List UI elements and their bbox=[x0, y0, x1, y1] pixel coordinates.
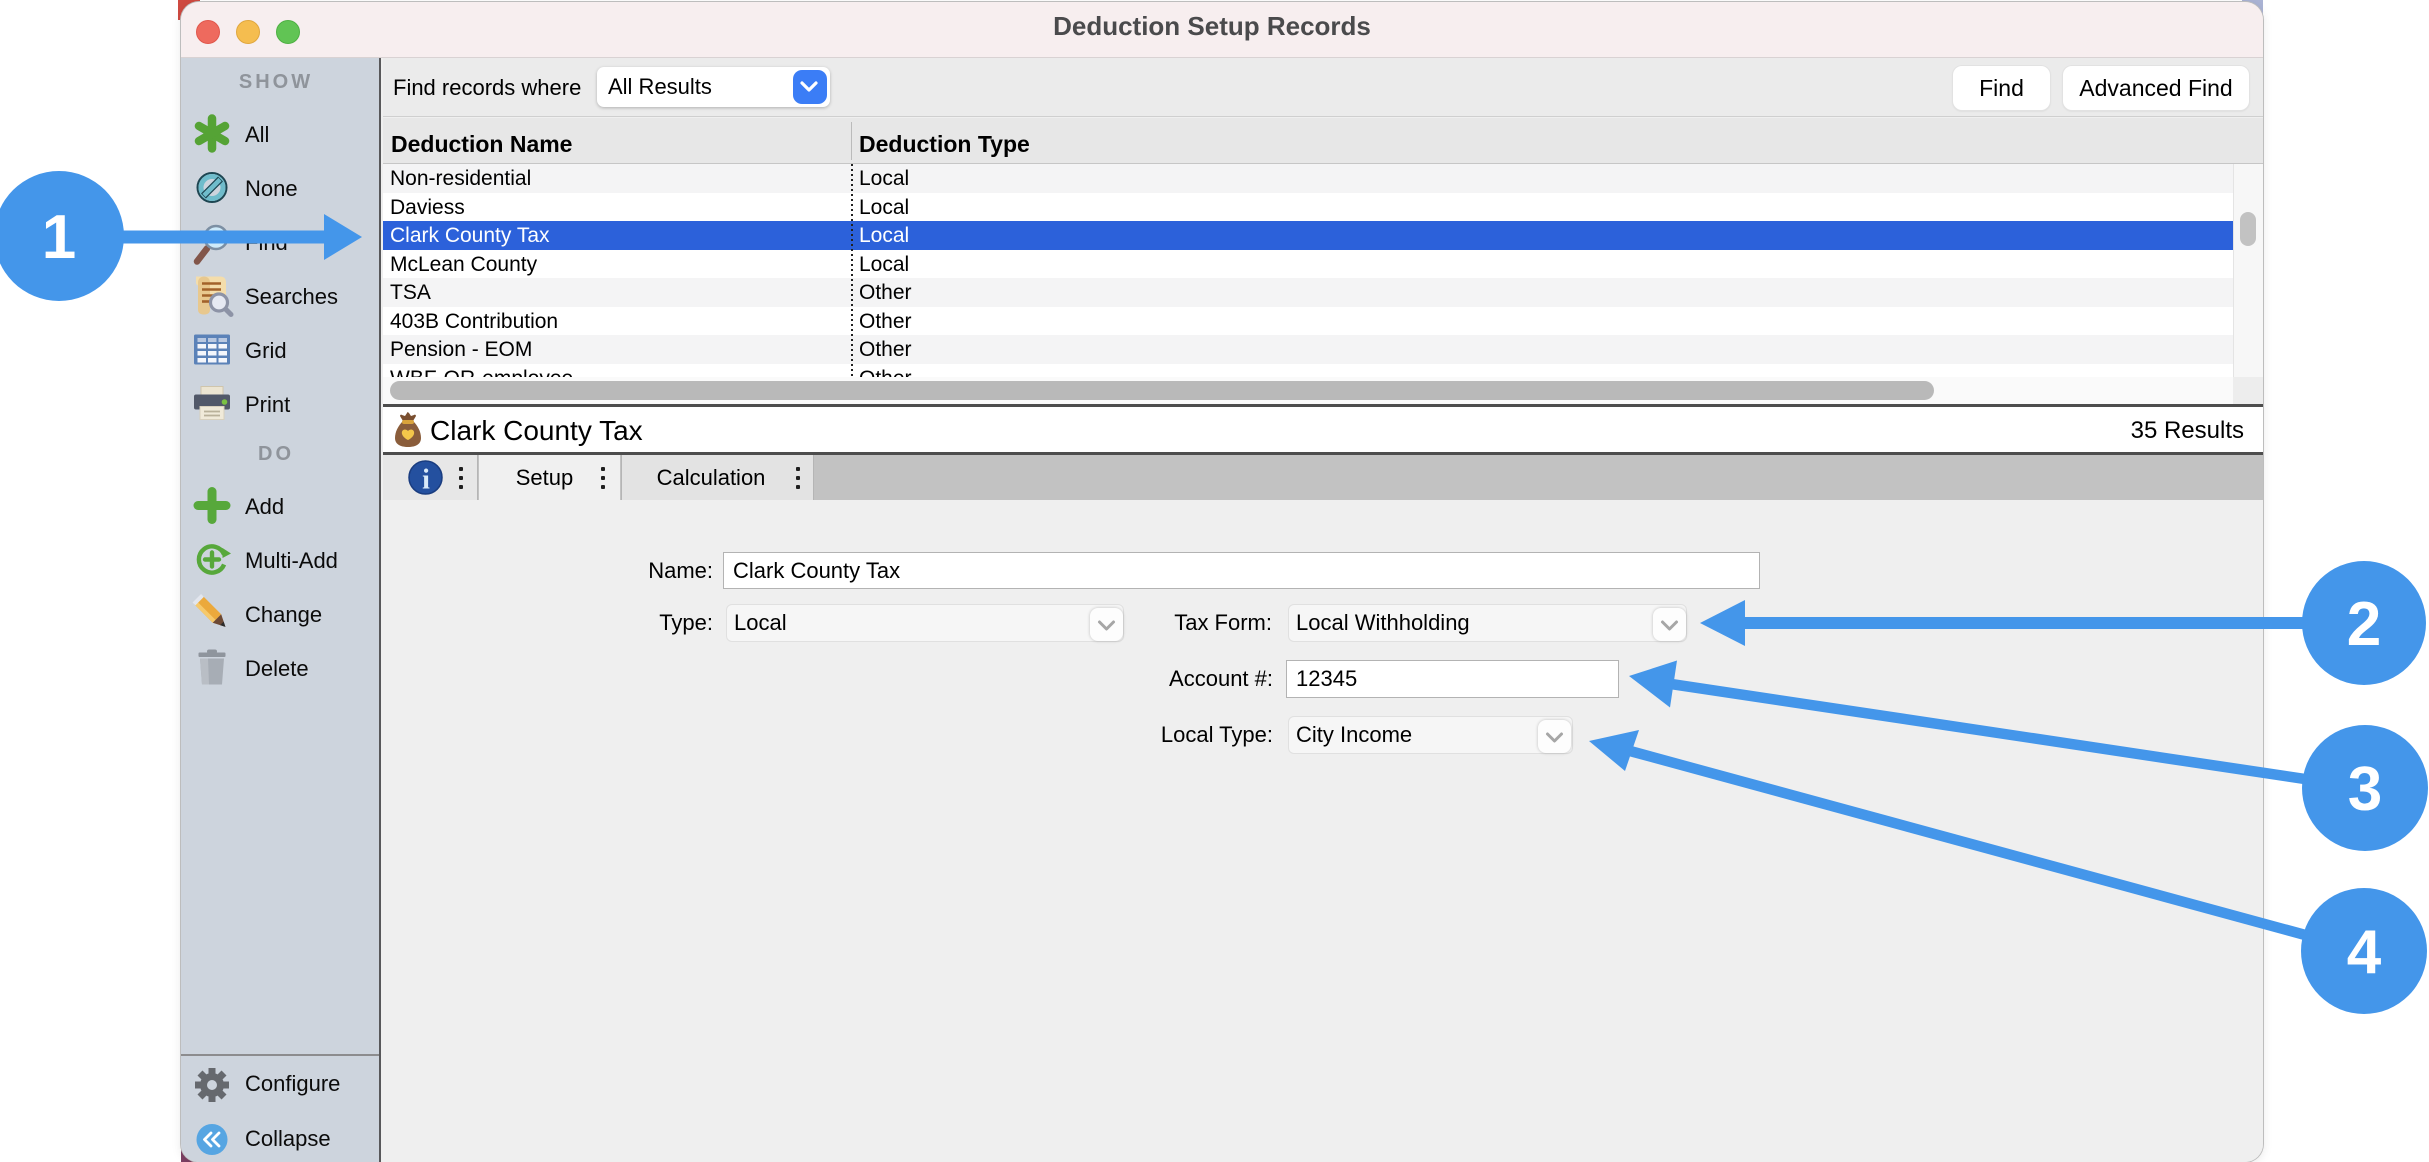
svg-text:3: 3 bbox=[2348, 755, 2382, 824]
svg-text:1: 1 bbox=[42, 203, 76, 272]
svg-text:2: 2 bbox=[2347, 590, 2381, 659]
svg-text:4: 4 bbox=[2347, 918, 2382, 987]
svg-text:i: i bbox=[422, 465, 430, 496]
